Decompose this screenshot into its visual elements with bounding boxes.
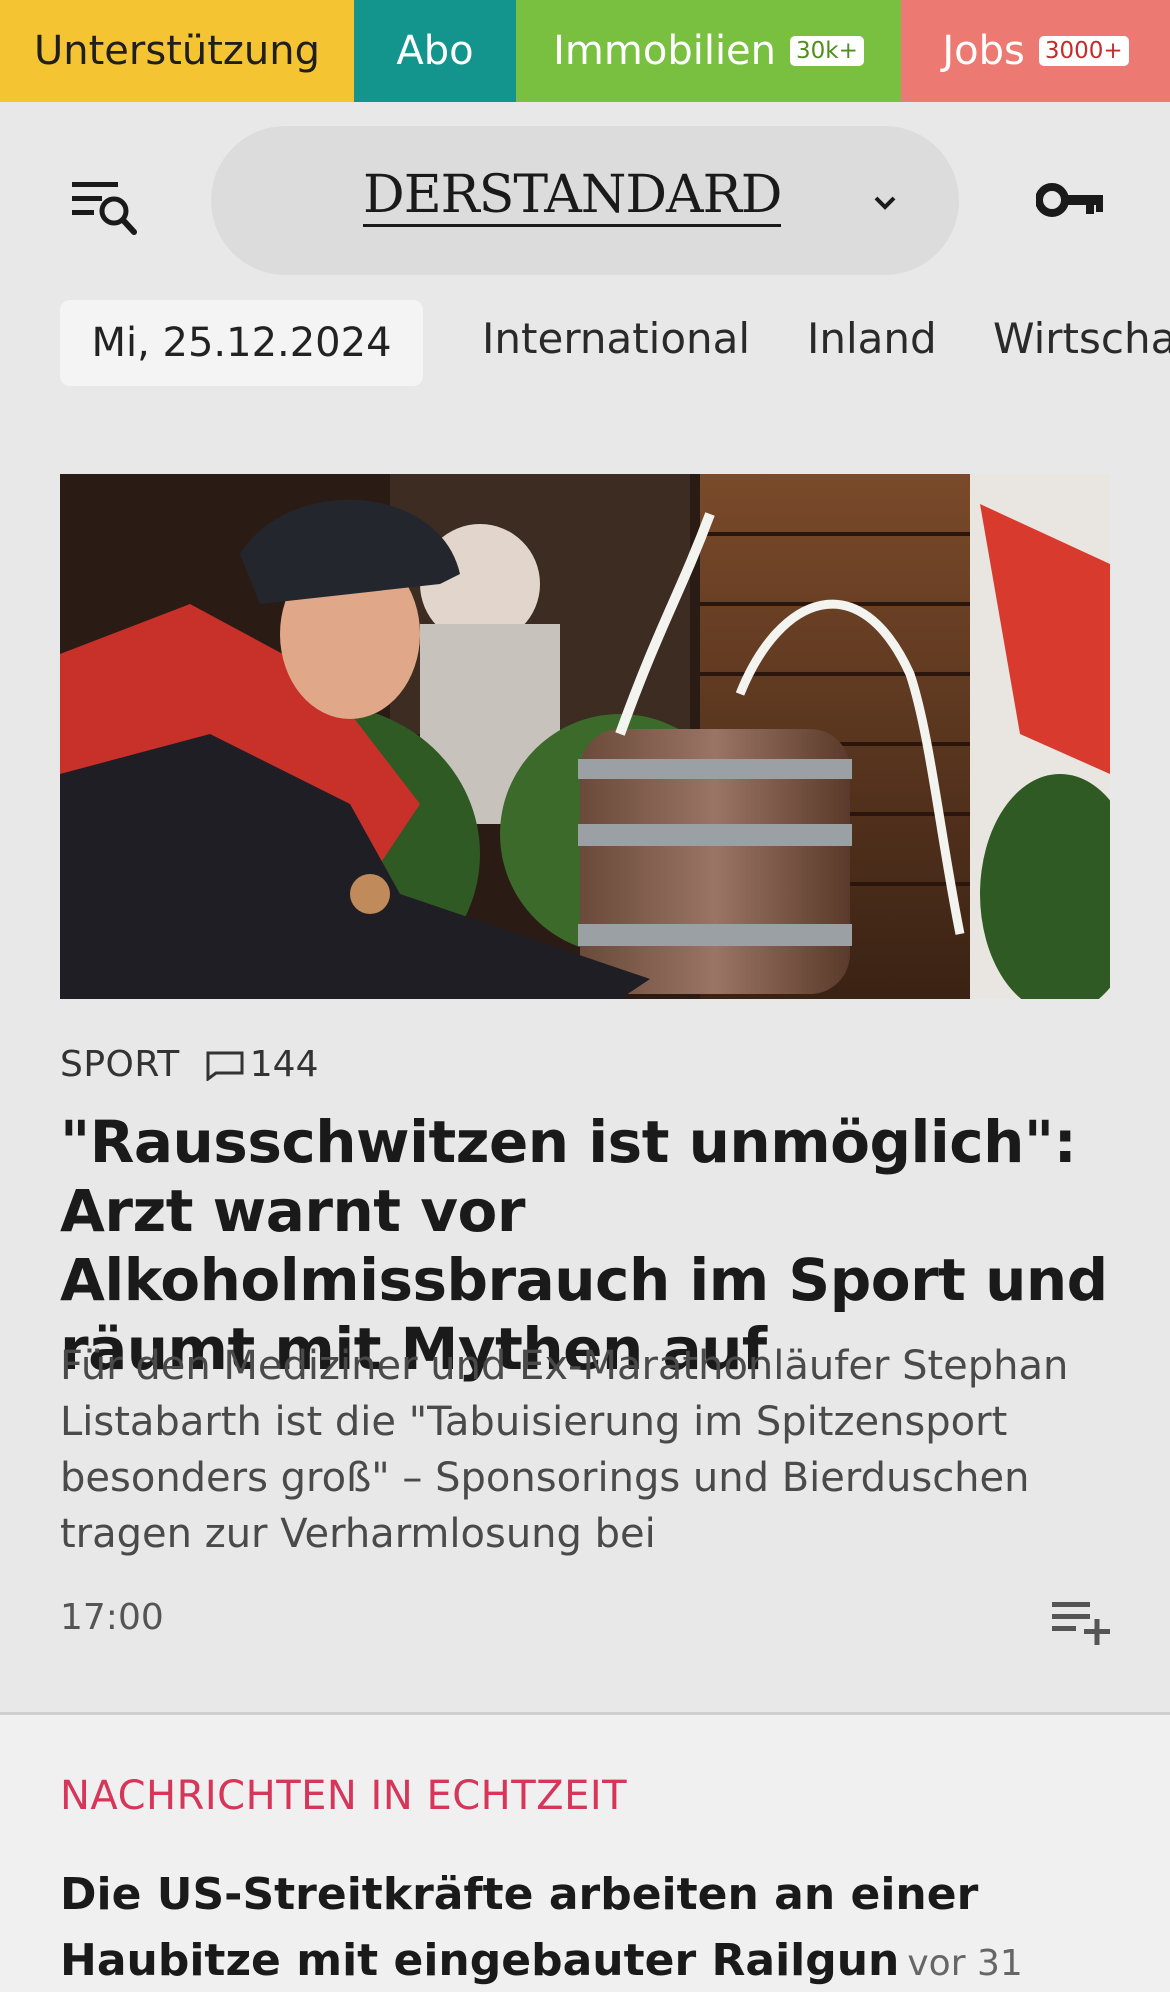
add-to-playlist-icon[interactable] xyxy=(1050,1596,1112,1646)
article-meta: SPORT 144 xyxy=(60,1044,319,1085)
article-hero-image[interactable] xyxy=(60,474,1110,999)
tab-abo-label: Abo xyxy=(396,28,474,74)
tab-immobilien-label: Immobilien xyxy=(553,28,777,74)
tab-jobs-label: Jobs xyxy=(942,28,1025,74)
article-category[interactable]: SPORT xyxy=(60,1044,180,1085)
tab-support-label: Unterstützung xyxy=(33,28,320,74)
live-news-headline: Die US-Streitkräfte arbeiten an einer Ha… xyxy=(60,1869,979,1986)
article-teaser[interactable]: Für den Mediziner und Ex-Marathonläufer … xyxy=(60,1338,1120,1562)
nav-item-international[interactable]: International xyxy=(482,314,750,363)
brand-logo[interactable]: DERSTANDARD xyxy=(363,166,782,227)
live-news-item[interactable]: Die US-Streitkräfte arbeiten an einer Ha… xyxy=(60,1862,1120,1992)
immobilien-count-badge: 30k+ xyxy=(790,36,864,66)
tab-jobs[interactable]: Jobs 3000+ xyxy=(901,0,1170,102)
menu-search-icon[interactable] xyxy=(72,180,138,236)
key-icon[interactable] xyxy=(1035,180,1106,220)
comment-count: 144 xyxy=(249,1044,319,1085)
live-news-label[interactable]: NACHRICHTEN IN ECHTZEIT xyxy=(60,1773,627,1819)
article-timestamp: 17:00 xyxy=(60,1597,164,1638)
comments-link[interactable]: 144 xyxy=(204,1044,319,1085)
nav-item-wirtschaft[interactable]: Wirtscha xyxy=(993,314,1170,363)
top-navigation: Unterstützung Abo Immobilien 30k+ Jobs 300… xyxy=(0,0,1170,102)
jobs-count-badge: 3000+ xyxy=(1038,36,1129,66)
date-chip[interactable]: Mi, 25.12.2024 xyxy=(60,300,423,386)
tab-immobilien[interactable]: Immobilien 30k+ xyxy=(516,0,901,102)
comment-icon xyxy=(204,1049,246,1082)
tab-abo[interactable]: Abo xyxy=(354,0,516,102)
tab-support[interactable]: Unterstützung xyxy=(0,0,354,102)
nav-item-inland[interactable]: Inland xyxy=(807,314,937,363)
chevron-down-icon[interactable] xyxy=(870,188,900,218)
